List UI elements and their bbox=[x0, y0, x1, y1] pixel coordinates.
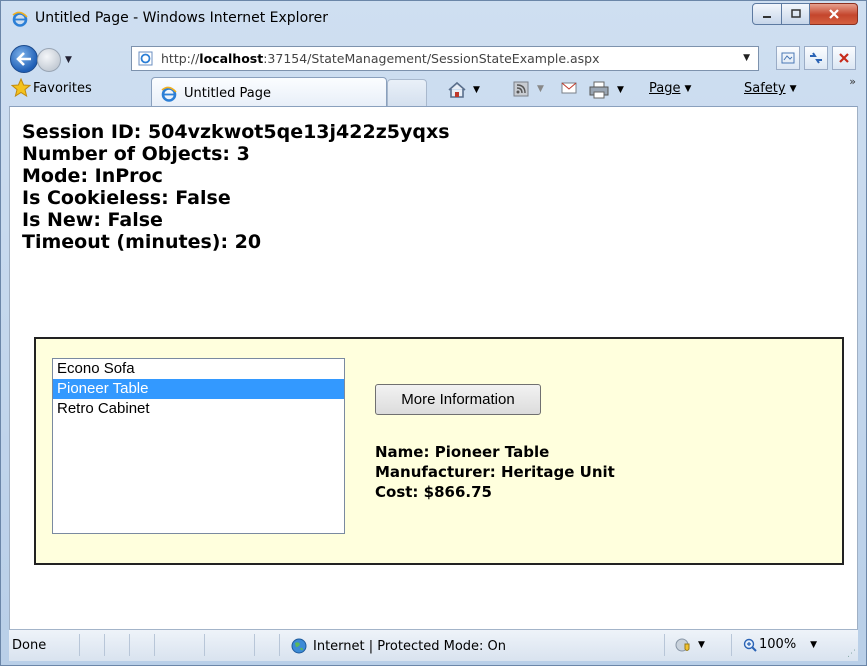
mode-label: Mode: InProc bbox=[22, 165, 163, 187]
internet-explorer-icon bbox=[161, 86, 177, 102]
more-commands-chevron-icon[interactable]: » bbox=[849, 75, 856, 88]
security-zone[interactable]: Internet | Protected Mode: On bbox=[291, 638, 506, 654]
home-icon bbox=[448, 81, 466, 98]
list-item[interactable]: Econo Sofa bbox=[53, 359, 344, 379]
read-mail-button[interactable] bbox=[561, 81, 577, 95]
url-text: http://localhost:37154/StateManagement/S… bbox=[161, 51, 600, 66]
mail-icon bbox=[561, 82, 577, 94]
cookieless-label: Is Cookieless: False bbox=[22, 187, 231, 209]
internet-explorer-icon bbox=[12, 11, 28, 27]
globe-icon bbox=[291, 638, 307, 654]
product-name-label: Name: Pioneer Table bbox=[375, 443, 550, 461]
refresh-button[interactable] bbox=[804, 46, 828, 70]
tab-untitled-page[interactable]: Untitled Page bbox=[151, 77, 387, 108]
zoom-control[interactable]: 100% ▼ bbox=[743, 637, 817, 652]
minimize-icon bbox=[763, 16, 771, 18]
list-item-selected[interactable]: Pioneer Table bbox=[53, 379, 344, 399]
product-details: Name: Pioneer Table Manufacturer: Herita… bbox=[375, 442, 615, 502]
zoom-level: 100% bbox=[759, 637, 797, 652]
url-dropdown[interactable]: ▼ bbox=[743, 53, 750, 63]
back-arrow-icon bbox=[16, 52, 31, 66]
refresh-icon bbox=[810, 52, 822, 64]
zoom-icon bbox=[743, 638, 757, 652]
new-tab-button[interactable] bbox=[387, 79, 427, 108]
page-icon bbox=[138, 51, 153, 66]
maximize-button[interactable] bbox=[782, 3, 810, 25]
resize-grip-icon[interactable]: ⋰ bbox=[847, 649, 856, 659]
favorites-star-icon bbox=[11, 78, 31, 98]
browser-window: Untitled Page - Windows Internet Explore… bbox=[0, 0, 867, 666]
print-button[interactable]: ▼ bbox=[589, 81, 624, 99]
shield-globe-icon bbox=[675, 638, 690, 652]
favorites-button[interactable]: Favorites bbox=[33, 81, 92, 96]
stop-icon bbox=[839, 53, 849, 63]
rss-feed-icon bbox=[513, 81, 529, 97]
recent-pages-dropdown[interactable]: ▼ bbox=[65, 55, 72, 65]
maximize-icon bbox=[790, 9, 801, 18]
product-cost-label: Cost: $866.75 bbox=[375, 483, 492, 501]
timeout-label: Timeout (minutes): 20 bbox=[22, 231, 262, 253]
home-button[interactable]: ▼ bbox=[447, 81, 480, 99]
is-new-label: Is New: False bbox=[22, 209, 163, 231]
window-title: Untitled Page - Windows Internet Explore… bbox=[35, 10, 328, 26]
status-bar: Done Internet | Protected Mode: On ▼ 100… bbox=[9, 629, 858, 661]
list-item[interactable]: Retro Cabinet bbox=[53, 399, 344, 419]
back-button[interactable] bbox=[10, 45, 38, 73]
protected-mode-button[interactable]: ▼ bbox=[674, 637, 705, 653]
compatibility-view-button[interactable] bbox=[776, 46, 800, 70]
product-panel: Econo Sofa Pioneer Table Retro Cabinet M… bbox=[34, 337, 844, 565]
minimize-button[interactable] bbox=[752, 3, 782, 25]
product-manufacturer-label: Manufacturer: Heritage Unit bbox=[375, 463, 615, 481]
session-id-label: Session ID: 504vzkwot5qe13j422z5yqxs bbox=[22, 121, 450, 143]
url-field[interactable]: http://localhost:37154/StateManagement/S… bbox=[131, 46, 759, 71]
compatibility-icon bbox=[781, 52, 795, 64]
product-listbox[interactable]: Econo Sofa Pioneer Table Retro Cabinet bbox=[52, 358, 345, 534]
stop-button[interactable] bbox=[832, 46, 856, 70]
address-bar: ▼ http://localhost:37154/StateManagement… bbox=[1, 41, 866, 75]
more-information-button[interactable]: More Information bbox=[375, 384, 541, 415]
page-menu[interactable]: Page ▼ bbox=[649, 81, 691, 96]
close-icon bbox=[828, 9, 839, 19]
status-text: Done bbox=[12, 638, 47, 653]
number-of-objects-label: Number of Objects: 3 bbox=[22, 143, 250, 165]
printer-icon bbox=[589, 81, 609, 99]
page-content: Session ID: 504vzkwot5qe13j422z5yqxs Num… bbox=[9, 106, 858, 630]
title-bar: Untitled Page - Windows Internet Explore… bbox=[1, 1, 866, 37]
safety-menu[interactable]: Safety ▼ bbox=[744, 81, 797, 96]
tab-label: Untitled Page bbox=[184, 86, 272, 101]
session-info: Session ID: 504vzkwot5qe13j422z5yqxs Num… bbox=[22, 121, 450, 253]
security-zone-label: Internet | Protected Mode: On bbox=[313, 638, 507, 654]
close-button[interactable] bbox=[810, 3, 858, 25]
feeds-button[interactable]: ▼ bbox=[513, 81, 544, 97]
forward-button[interactable] bbox=[37, 48, 61, 72]
